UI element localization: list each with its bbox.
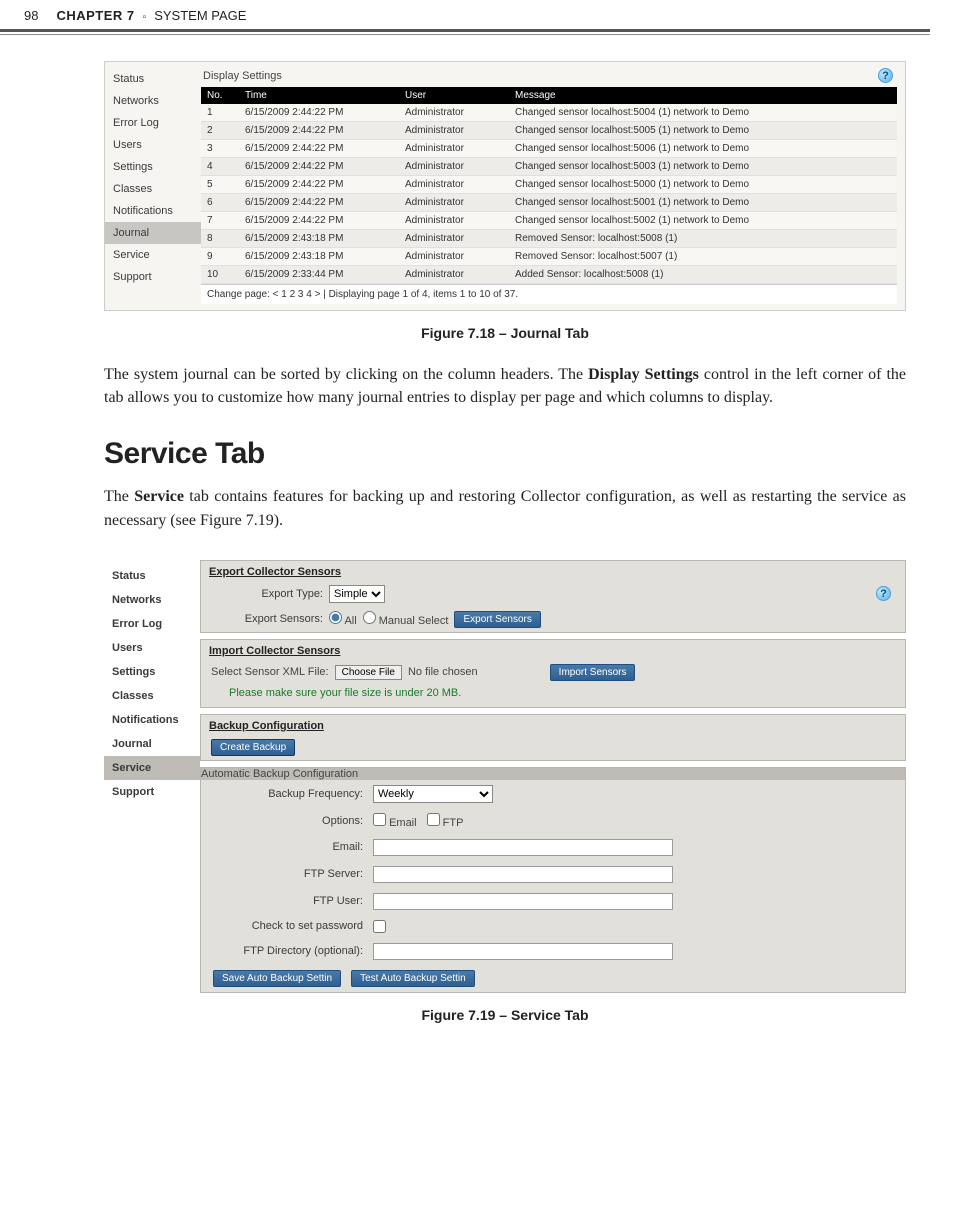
table-row: 76/15/2009 2:44:22 PMAdministratorChange… (201, 212, 897, 230)
import-collector-panel: Import Collector Sensors Select Sensor X… (200, 639, 906, 708)
col-user[interactable]: User (399, 87, 509, 104)
sidebar-item-support[interactable]: Support (104, 780, 200, 804)
section-heading-service-tab: Service Tab (104, 437, 906, 471)
sidebar-item-support[interactable]: Support (105, 266, 201, 288)
table-row: 46/15/2009 2:44:22 PMAdministratorChange… (201, 158, 897, 176)
test-auto-backup-button[interactable]: Test Auto Backup Settin (351, 970, 475, 987)
check-password-checkbox[interactable] (373, 920, 386, 933)
sidebar-item-classes[interactable]: Classes (105, 178, 201, 200)
sidebar-item-status[interactable]: Status (105, 68, 201, 90)
backup-config-panel: Backup Configuration Create Backup (200, 714, 906, 761)
ftp-server-label: FTP Server: (213, 868, 363, 880)
chapter-title: SYSTEM PAGE (154, 8, 246, 23)
export-sensors-label: Export Sensors: (211, 613, 323, 625)
sidebar-item-service[interactable]: Service (104, 756, 200, 780)
sidebar-item-networks[interactable]: Networks (104, 588, 200, 612)
chapter-label: CHAPTER 7 (56, 8, 134, 23)
table-row: 56/15/2009 2:44:22 PMAdministratorChange… (201, 176, 897, 194)
sidebar-item-users[interactable]: Users (105, 134, 201, 156)
email-label: Email: (213, 841, 363, 853)
table-row: 96/15/2009 2:43:18 PMAdministratorRemove… (201, 248, 897, 266)
table-row: 66/15/2009 2:44:22 PMAdministratorChange… (201, 194, 897, 212)
select-xml-label: Select Sensor XML File: (211, 666, 329, 678)
table-row: 36/15/2009 2:44:22 PMAdministratorChange… (201, 140, 897, 158)
table-row: 86/15/2009 2:43:18 PMAdministratorRemove… (201, 230, 897, 248)
export-type-select[interactable]: Simple (329, 585, 385, 603)
figure-service-tab: Status Networks Error Log Users Settings… (104, 560, 906, 993)
ftp-server-input[interactable] (373, 866, 673, 883)
sidebar-item-error-log[interactable]: Error Log (104, 612, 200, 636)
choose-file-button[interactable]: Choose File (335, 665, 402, 680)
header-divider-thin (0, 34, 930, 35)
ftp-directory-label: FTP Directory (optional): (213, 945, 363, 957)
figure-journal-tab: Status Networks Error Log Users Settings… (104, 61, 906, 311)
display-settings-link[interactable]: Display Settings (203, 70, 282, 82)
sidebar-item-settings[interactable]: Settings (104, 660, 200, 684)
backup-title: Backup Configuration (201, 715, 905, 735)
sidebar-item-error-log[interactable]: Error Log (105, 112, 201, 134)
help-icon[interactable]: ? (876, 586, 891, 601)
import-title: Import Collector Sensors (201, 640, 905, 660)
sidebar-item-classes[interactable]: Classes (104, 684, 200, 708)
figure-719-caption: Figure 7.19 – Service Tab (104, 1007, 906, 1023)
auto-backup-panel: Automatic Backup Configuration Backup Fr… (200, 767, 906, 993)
sidebar-item-notifications[interactable]: Notifications (104, 708, 200, 732)
journal-table: No. Time User Message 16/15/2009 2:44:22… (201, 87, 897, 284)
options-label: Options: (213, 815, 363, 827)
ftp-user-input[interactable] (373, 893, 673, 910)
file-size-note: Please make sure your file size is under… (201, 685, 905, 707)
import-sensors-button[interactable]: Import Sensors (550, 664, 636, 681)
backup-frequency-select[interactable]: Weekly (373, 785, 493, 803)
sidebar-item-status[interactable]: Status (104, 564, 200, 588)
check-password-label: Check to set password (213, 920, 363, 932)
create-backup-button[interactable]: Create Backup (211, 739, 295, 756)
auto-backup-title: Automatic Backup Configuration (201, 768, 905, 780)
journal-sidebar: Status Networks Error Log Users Settings… (105, 62, 201, 310)
sidebar-item-users[interactable]: Users (104, 636, 200, 660)
col-time[interactable]: Time (239, 87, 399, 104)
ftp-directory-input[interactable] (373, 943, 673, 960)
no-file-label: No file chosen (408, 666, 478, 678)
sidebar-item-journal[interactable]: Journal (105, 222, 201, 244)
table-row: 16/15/2009 2:44:22 PMAdministratorChange… (201, 104, 897, 122)
figure-718-caption: Figure 7.18 – Journal Tab (104, 325, 906, 341)
radio-all[interactable]: All (329, 611, 357, 627)
ftp-user-label: FTP User: (213, 895, 363, 907)
email-input[interactable] (373, 839, 673, 856)
option-email[interactable]: Email (373, 813, 417, 829)
sidebar-item-networks[interactable]: Networks (105, 90, 201, 112)
sidebar-item-settings[interactable]: Settings (105, 156, 201, 178)
running-header: 98 CHAPTER 7 ▫ SYSTEM PAGE (0, 0, 954, 29)
sidebar-item-service[interactable]: Service (105, 244, 201, 266)
paragraph-service-desc: The Service tab contains features for ba… (104, 485, 906, 531)
header-divider (0, 29, 930, 32)
chapter-separator: ▫ (143, 12, 147, 23)
export-title: Export Collector Sensors (201, 561, 905, 581)
export-sensors-button[interactable]: Export Sensors (454, 611, 540, 628)
sidebar-item-notifications[interactable]: Notifications (105, 200, 201, 222)
radio-manual[interactable]: Manual Select (363, 611, 449, 627)
col-message[interactable]: Message (509, 87, 897, 104)
service-sidebar: Status Networks Error Log Users Settings… (104, 560, 200, 993)
table-row: 26/15/2009 2:44:22 PMAdministratorChange… (201, 122, 897, 140)
help-icon[interactable]: ? (878, 68, 893, 83)
col-no[interactable]: No. (201, 87, 239, 104)
export-collector-panel: Export Collector Sensors Export Type: Si… (200, 560, 906, 633)
save-auto-backup-button[interactable]: Save Auto Backup Settin (213, 970, 341, 987)
page-number: 98 (24, 8, 38, 23)
pager[interactable]: Change page: < 1 2 3 4 > | Displaying pa… (201, 284, 897, 304)
paragraph-journal-desc: The system journal can be sorted by clic… (104, 363, 906, 409)
sidebar-item-journal[interactable]: Journal (104, 732, 200, 756)
backup-frequency-label: Backup Frequency: (213, 788, 363, 800)
export-type-label: Export Type: (211, 588, 323, 600)
option-ftp[interactable]: FTP (427, 813, 464, 829)
table-row: 106/15/2009 2:33:44 PMAdministratorAdded… (201, 266, 897, 284)
